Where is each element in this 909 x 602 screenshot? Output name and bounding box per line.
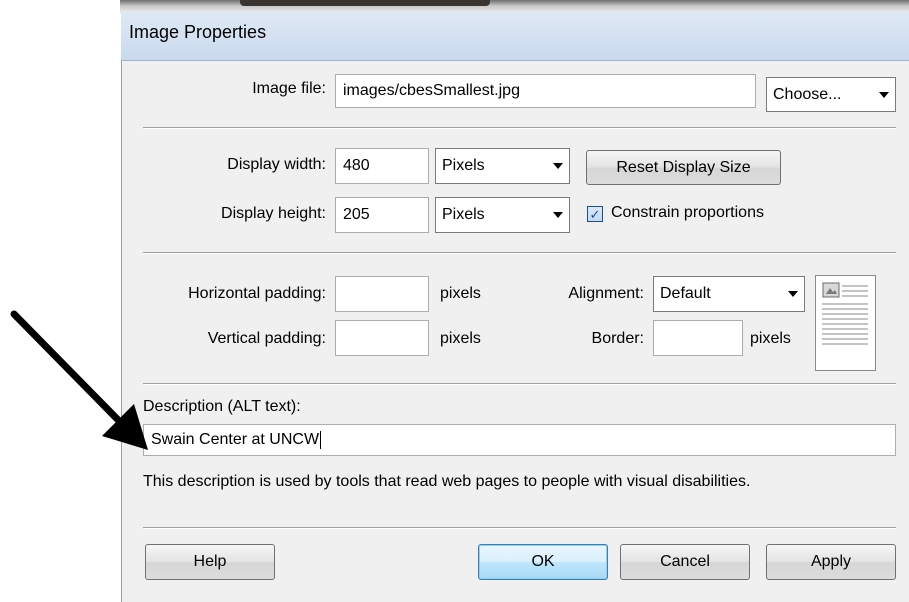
separator [143, 527, 896, 529]
border-input[interactable] [653, 320, 743, 356]
alignment-preview-graphic [822, 282, 868, 345]
display-width-input[interactable]: 480 [335, 148, 429, 184]
chevron-down-icon [553, 163, 563, 169]
display-width-unit-select[interactable]: Pixels [435, 148, 570, 184]
separator [143, 127, 896, 129]
apply-button[interactable]: Apply [766, 544, 896, 580]
display-height-label: Display height: [221, 205, 326, 222]
annotation-arrow-icon [10, 310, 148, 450]
display-height-unit-select[interactable]: Pixels [435, 197, 570, 233]
reset-display-size-button[interactable]: Reset Display Size [586, 150, 781, 185]
chevron-down-icon [553, 212, 563, 218]
image-file-label: Image file: [252, 80, 326, 97]
alignment-preview-icon [815, 275, 876, 371]
alignment-value: Default [660, 285, 711, 302]
separator [143, 252, 896, 254]
description-input[interactable]: Swain Center at UNCW [143, 424, 896, 456]
display-height-input[interactable]: 205 [335, 197, 429, 233]
ok-button[interactable]: OK [478, 544, 608, 580]
vertical-padding-input[interactable] [335, 320, 429, 356]
border-label: Border: [591, 330, 644, 347]
help-button[interactable]: Help [145, 544, 275, 580]
border-unit: pixels [750, 330, 791, 347]
choose-button-label: Choose... [773, 85, 842, 103]
dialog-title: Image Properties [129, 22, 267, 42]
alignment-label: Alignment: [568, 285, 644, 302]
display-width-unit-value: Pixels [442, 157, 485, 174]
constrain-proportions-checkbox[interactable]: ✓ [587, 206, 603, 222]
description-help-text: This description is used by tools that r… [143, 473, 751, 490]
alignment-select[interactable]: Default [653, 276, 805, 312]
constrain-proportions-label: Constrain proportions [611, 204, 764, 221]
chevron-down-icon [788, 291, 798, 297]
vertical-padding-unit: pixels [440, 330, 481, 347]
cancel-button[interactable]: Cancel [620, 544, 750, 580]
horizontal-padding-unit: pixels [440, 285, 481, 302]
chevron-down-icon [879, 91, 889, 98]
display-width-label: Display width: [227, 156, 326, 173]
horizontal-padding-input[interactable] [335, 276, 429, 312]
separator [143, 383, 896, 385]
display-height-unit-value: Pixels [442, 206, 485, 223]
text-cursor [320, 431, 322, 449]
choose-dropdown-button[interactable]: Choose... [766, 77, 896, 112]
image-file-input[interactable]: images/cbesSmallest.jpg [335, 74, 756, 108]
background-window-tab [240, 0, 490, 6]
